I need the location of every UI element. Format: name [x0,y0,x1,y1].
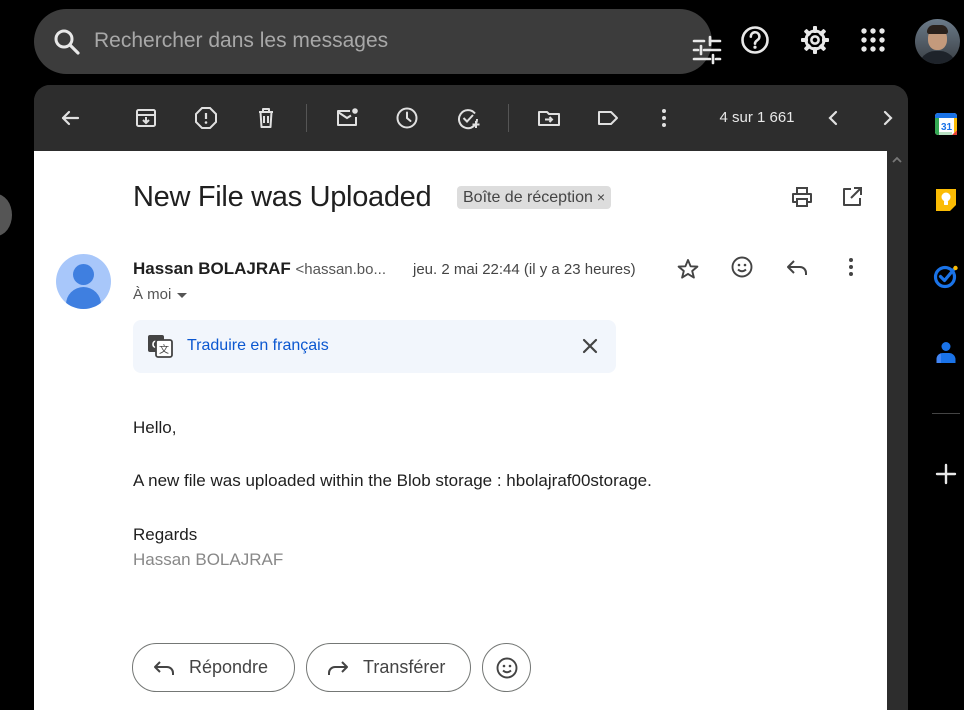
tasks-icon[interactable] [933,263,959,289]
sender-avatar[interactable] [56,254,111,309]
help-icon[interactable] [740,25,770,55]
more-vertical-icon[interactable] [652,106,676,130]
mark-unread-icon[interactable] [335,106,359,130]
archive-icon[interactable] [134,106,158,130]
forward-label: Transférer [363,657,446,677]
search-input[interactable] [94,23,634,59]
scroll-up-icon[interactable] [891,155,903,165]
sidebar-divider [932,413,960,414]
translate-link[interactable]: Traduire en français [187,337,329,355]
add-to-tasks-icon[interactable] [456,106,480,130]
close-icon[interactable] [579,335,601,357]
search-icon[interactable] [52,27,82,57]
message-more-icon[interactable] [839,255,863,279]
open-in-new-window-icon[interactable] [840,185,864,209]
next-chevron-icon[interactable] [876,106,900,130]
sender-line: Hassan BOLAJRAF <hassan.bo... [133,259,386,279]
email-date: jeu. 2 mai 22:44 (il y a 23 heures) [413,261,636,278]
add-plus-icon[interactable] [933,461,959,487]
email-signature: Hassan BOLAJRAF [133,550,284,569]
search-options-icon[interactable] [690,34,724,66]
star-icon[interactable] [676,257,700,281]
back-arrow-icon[interactable] [58,106,82,130]
message-panel: 4 sur 1 661 New File was Uploaded Boîte … [34,85,908,710]
print-icon[interactable] [790,185,814,209]
sender-name[interactable]: Hassan BOLAJRAF [133,259,291,278]
reply-button[interactable]: Répondre [132,643,295,692]
apps-grid-icon[interactable] [858,25,888,55]
translate-banner: G 文 Traduire en français [133,320,616,373]
snooze-clock-icon[interactable] [395,106,419,130]
remove-label-button[interactable]: × [597,189,605,205]
email-message: A new file was uploaded within the Blob … [133,471,652,490]
emoji-react-button[interactable] [482,643,531,692]
toolbar-divider [306,104,307,132]
search-bar[interactable] [34,9,722,74]
forward-button[interactable]: Transférer [306,643,471,692]
svg-text:文: 文 [159,343,169,356]
inbox-label-chip: Boîte de réception × [457,186,612,209]
chevron-down-icon [177,292,188,298]
label-icon[interactable] [596,106,620,130]
email-greeting: Hello, [133,418,177,437]
contacts-icon[interactable] [933,339,959,365]
emoji-icon [496,657,517,678]
account-avatar[interactable] [915,19,960,64]
settings-gear-icon[interactable] [800,25,830,55]
reply-icon[interactable] [785,255,809,279]
recipient-label: À moi [133,286,172,303]
calendar-icon[interactable]: 31 [933,111,959,137]
reply-label: Répondre [189,657,269,677]
email-closing: Regards [133,525,198,544]
sender-email: <hassan.bo... [295,261,386,278]
previous-chevron-icon[interactable] [821,106,845,130]
message-content: New File was Uploaded Boîte de réception… [34,151,887,710]
email-subject: New File was Uploaded [133,181,432,213]
scrollbar[interactable] [887,151,908,710]
side-panel-toggle[interactable] [0,194,12,236]
reply-arrow-icon [154,660,174,675]
report-spam-icon[interactable] [194,106,218,130]
calendar-day: 31 [941,122,953,133]
toolbar-divider [508,104,509,132]
delete-trash-icon[interactable] [254,106,278,130]
label-text: Boîte de réception [463,189,593,206]
emoji-reaction-icon[interactable] [730,255,754,279]
move-to-folder-icon[interactable] [537,106,561,130]
pager-count: 4 sur 1 661 [719,109,795,126]
translate-icon: G 文 [148,335,173,358]
forward-arrow-icon [328,660,348,675]
recipient-details-toggle[interactable]: À moi [133,286,188,303]
message-toolbar: 4 sur 1 661 [34,85,908,151]
keep-notes-icon[interactable] [933,186,959,212]
